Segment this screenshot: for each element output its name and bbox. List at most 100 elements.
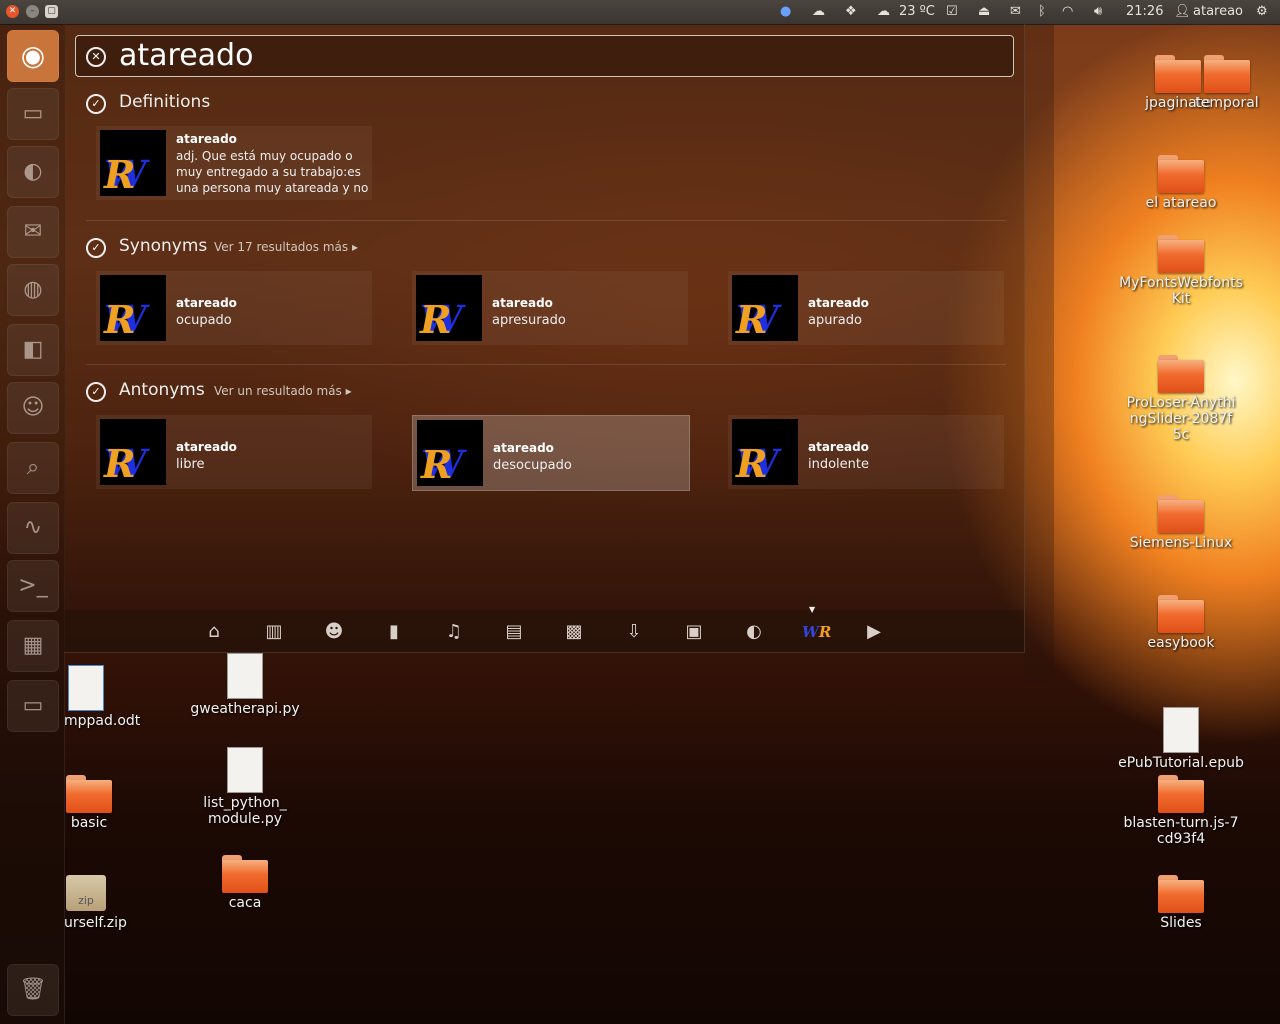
web-lens-icon[interactable]: ◐: [742, 620, 766, 644]
result-word: atareado: [176, 132, 237, 146]
clear-search-icon[interactable]: ✕: [86, 47, 106, 67]
folder-icon: [1158, 875, 1204, 913]
mail-icon[interactable]: ✉: [1010, 3, 1021, 21]
desktop-file-list-python[interactable]: list_python_module.py: [180, 747, 310, 827]
synonym-result[interactable]: WR atareado apresurado: [412, 271, 688, 345]
usb-icon[interactable]: ⏏: [978, 3, 990, 21]
wordreference-logo-icon: WR: [417, 420, 483, 486]
folder-icon: [1158, 595, 1204, 633]
people-lens-icon[interactable]: ☻: [322, 620, 346, 644]
antonym-result-selected[interactable]: WR atareado desocupado: [412, 415, 690, 491]
desktop-folder-siemens[interactable]: Siemens-Linux: [1116, 495, 1246, 551]
bluetooth-icon[interactable]: ᛒ: [1038, 3, 1046, 21]
folder-icon: [66, 775, 112, 813]
music-lens-icon[interactable]: ♫: [442, 620, 466, 644]
trash-launcher-icon[interactable]: 🗑︎: [7, 964, 59, 1016]
media-player-lens-icon[interactable]: ▶: [862, 620, 886, 644]
synonym-result[interactable]: WR atareado ocupado: [96, 271, 372, 345]
python-file-icon: [227, 653, 263, 699]
wordreference-logo-icon: WR: [732, 275, 798, 341]
user-icon[interactable]: 👤︎: [1174, 3, 1191, 21]
expand-check-icon: ✓: [86, 94, 106, 114]
dash-home-button[interactable]: ◉: [7, 30, 59, 82]
result-definition: adj. Que está muy ocupado o muy entregad…: [176, 149, 369, 195]
session-gear-icon[interactable]: ⚙: [1256, 3, 1268, 21]
folder-icon: [1204, 55, 1250, 93]
desktop-folder-myfonts[interactable]: MyFontsWebfontsKit: [1116, 235, 1246, 307]
downloads-lens-icon[interactable]: ⇩: [622, 620, 646, 644]
antonym-result[interactable]: WR atareado libre: [96, 415, 372, 489]
cloud-icon[interactable]: ☁: [812, 3, 825, 21]
expand-check-icon: ✓: [86, 238, 106, 258]
mail-launcher-icon[interactable]: ✉: [7, 206, 59, 258]
desktop-folder-el-atareao[interactable]: el atareao: [1116, 155, 1246, 211]
terminal-launcher-icon[interactable]: >_: [7, 560, 59, 612]
launcher: ◉ ▭ ◐ ✉ ◍ ◧ ☺ ⌕ ∿ >_ ▦ ▭ 🗑︎: [0, 24, 65, 1024]
user-name[interactable]: atareao: [1193, 3, 1243, 21]
show-more-antonyms-link[interactable]: Ver un resultado más ▸: [214, 384, 352, 398]
folder-icon: [1158, 495, 1204, 533]
desktop-folder-basic[interactable]: basic: [64, 775, 114, 831]
top-panel: ✕ – ▢ ● ☁ ❖ ☁ 23 ºC ☑ ⏏ ✉ ᛒ ◠ 🔊︎ 21:26 👤…: [0, 0, 1280, 25]
dash-search-box[interactable]: ✕: [75, 35, 1014, 77]
result-definition: indolente: [808, 457, 870, 472]
tasks-icon[interactable]: ☑: [946, 3, 958, 21]
result-word: atareado: [176, 296, 237, 310]
wordreference-lens-icon[interactable]: WR: [802, 620, 831, 644]
browser-launcher-icon[interactable]: ◍: [7, 264, 59, 316]
wordreference-logo-icon: WR: [732, 419, 798, 485]
synonym-result[interactable]: WR atareado apurado: [728, 271, 1004, 345]
temperature-label[interactable]: 23 ºC: [899, 3, 935, 21]
wordreference-logo-icon: WR: [100, 275, 166, 341]
arrow-right-icon: ▸: [351, 240, 358, 254]
app-launcher-icon[interactable]: ◧: [7, 324, 59, 376]
applications-lens-icon[interactable]: ▥: [262, 620, 286, 644]
result-word: atareado: [493, 441, 554, 455]
gimp-launcher-icon[interactable]: ☺: [7, 382, 59, 434]
result-definition: desocupado: [493, 458, 572, 473]
desktop-folder-blasten[interactable]: blasten-turn.js-7cd93f4: [1116, 775, 1246, 847]
files-launcher-icon[interactable]: ▭: [7, 88, 59, 140]
video-lens-icon[interactable]: ▣: [682, 620, 706, 644]
antonym-result[interactable]: WR atareado indolente: [728, 415, 1004, 489]
firefox-launcher-icon[interactable]: ◐: [7, 146, 59, 198]
weather-icon[interactable]: ☁: [877, 3, 890, 21]
search-launcher-icon[interactable]: ⌕: [7, 442, 59, 494]
document-file-icon: [1163, 707, 1199, 753]
clock[interactable]: 21:26: [1126, 3, 1163, 21]
desktop-file-epubtutorial[interactable]: ePubTutorial.epub: [1116, 707, 1246, 771]
workspaces-launcher-icon[interactable]: ▦: [7, 620, 59, 672]
desktop-file-gweatherapi[interactable]: gweatherapi.py: [180, 653, 310, 717]
desktop-folder-slides[interactable]: Slides: [1116, 875, 1246, 931]
show-more-synonyms-link[interactable]: Ver 17 resultados más ▸: [214, 240, 358, 254]
monitor-launcher-icon[interactable]: ∿: [7, 502, 59, 554]
desktop-file-mppad[interactable]: mppad.odt: [64, 665, 144, 729]
network-app-icon[interactable]: ●: [780, 3, 791, 21]
wordreference-logo-icon: WR: [100, 419, 166, 485]
wifi-icon[interactable]: ◠: [1062, 3, 1073, 21]
minimize-window-button[interactable]: –: [26, 5, 39, 18]
window-launcher-icon[interactable]: ▭: [7, 680, 59, 732]
section-divider: [86, 364, 1006, 365]
dash-edge: [1024, 24, 1054, 682]
news-lens-icon[interactable]: ▤: [502, 620, 526, 644]
desktop-file-urself-zip[interactable]: zip urself.zip: [64, 875, 134, 931]
photos-lens-icon[interactable]: ▩: [562, 620, 586, 644]
desktop-folder-easybook[interactable]: easybook: [1116, 595, 1246, 651]
home-lens-icon[interactable]: ⌂: [202, 620, 226, 644]
desktop-folder-proloser[interactable]: ProLoser-AnythingSlider-2087f5c: [1116, 355, 1246, 443]
result-word: atareado: [176, 440, 237, 454]
close-window-button[interactable]: ✕: [6, 5, 19, 18]
desktop-folder-caca[interactable]: caca: [180, 855, 310, 911]
files-lens-icon[interactable]: ▮: [382, 620, 406, 644]
definition-result[interactable]: WR atareado adj. Que está muy ocupado o …: [96, 126, 372, 200]
arrow-right-icon: ▸: [345, 384, 352, 398]
search-input[interactable]: [119, 39, 979, 71]
section-divider: [86, 220, 1006, 221]
section-title: Definitions: [119, 92, 211, 112]
active-lens-indicator-icon: ▼: [809, 605, 816, 614]
maximize-window-button[interactable]: ▢: [45, 5, 58, 18]
volume-icon[interactable]: 🔊︎: [1094, 3, 1102, 21]
dropbox-icon[interactable]: ❖: [845, 3, 857, 21]
desktop-folder-temporal[interactable]: temporal: [1174, 55, 1280, 111]
